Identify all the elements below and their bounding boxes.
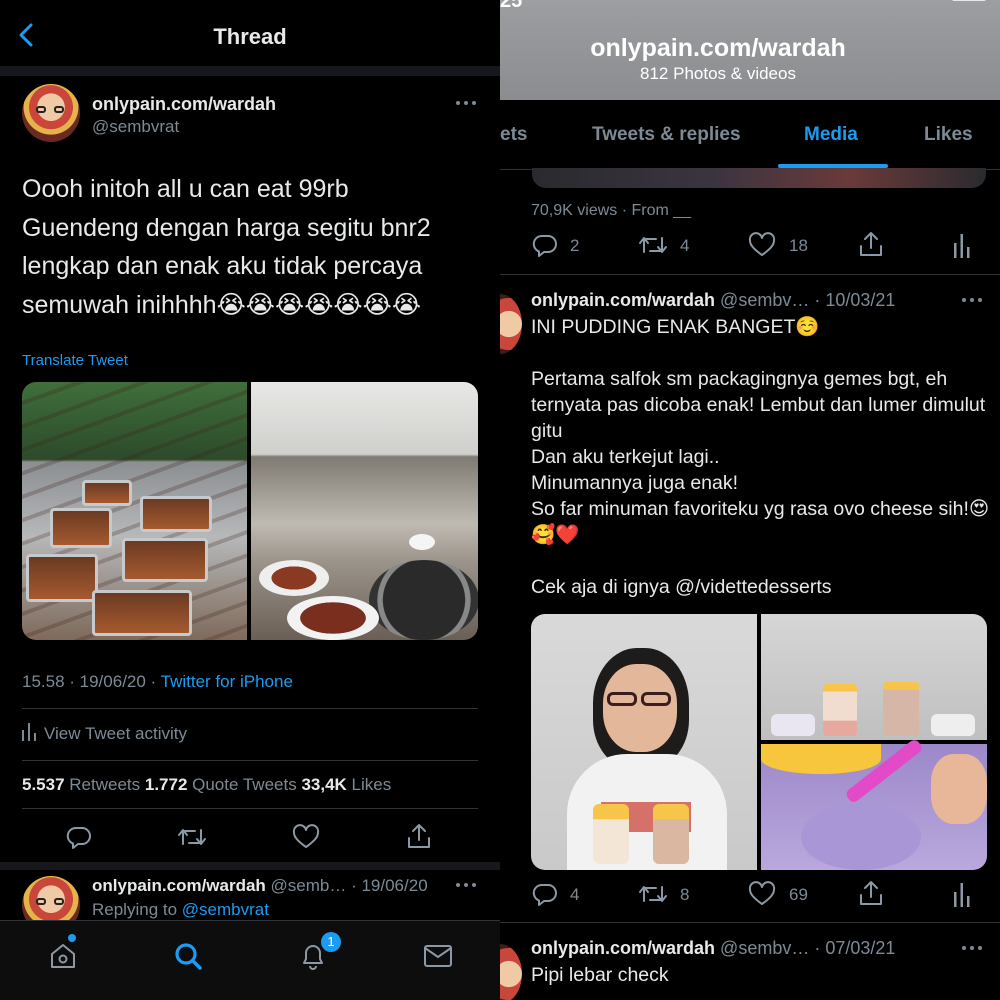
previous-tweet-media[interactable] [532,168,986,188]
avatar[interactable] [22,84,80,142]
like-icon[interactable] [748,232,776,258]
divider [22,808,478,809]
profile-media-panel: 25 onlypain.com/wardah 812 Photos & vide… [500,0,1000,1000]
like-icon[interactable] [748,881,776,907]
reply-count: 4 [570,885,580,904]
tab-tweets[interactable]: ets [500,124,527,146]
profile-title: onlypain.com/wardah [590,34,846,62]
likes-label[interactable]: Likes [347,775,392,794]
more-icon[interactable] [962,298,984,304]
analytics-icon [22,723,36,741]
search-icon[interactable] [173,941,203,971]
next-tweet-author-name[interactable]: onlypain.com/wardah [531,938,715,958]
messages-icon[interactable] [423,943,453,969]
author-handle[interactable]: @sembvrat [92,117,179,137]
retweet-icon[interactable] [638,881,668,907]
tweet-timestamp: 15.58 · 19/06/20 · Twitter for iPhone [22,672,293,692]
tweet-author-name[interactable]: onlypain.com/wardah [531,290,715,310]
reply-meta: @semb… · 19/06/20 [265,876,428,895]
page-title: Thread [213,24,287,49]
analytics-icon[interactable] [954,883,970,907]
home-icon[interactable] [48,941,78,971]
quote-tweets-count[interactable]: 1.772 [145,775,188,794]
divider [500,274,1000,275]
author-name[interactable]: onlypain.com/wardah [92,94,276,115]
media-photo-portrait[interactable] [531,614,757,870]
header-divider [0,66,500,76]
next-tweet-text: Pipi lebar check [531,964,669,986]
tweet-stats: 5.537 Retweets 1.772 Quote Tweets 33,4K … [22,775,391,795]
tweet-actions [0,820,500,854]
media-photo-drinks[interactable] [761,614,987,740]
avatar[interactable] [500,944,522,1000]
replying-to-handle[interactable]: @sembvrat [182,900,269,919]
notifications-badge: 1 [321,932,341,952]
video-views: 70,9K views · From __ [531,202,692,219]
thread-header: Thread [0,0,500,66]
tweet-actions: 4 8 69 [500,881,1000,911]
next-tweet-meta: @sembv… · 07/03/21 [715,938,896,958]
tweet-client[interactable]: Twitter for iPhone [161,672,293,691]
like-count: 69 [789,885,808,904]
section-divider [0,862,500,870]
tweet-text: Oooh initoh all u can eat 99rb Guendeng … [22,175,431,319]
view-tweet-activity[interactable]: View Tweet activity [22,723,187,744]
reply-icon[interactable] [532,232,558,258]
tab-media[interactable]: Media [804,124,858,146]
share-icon[interactable] [406,822,432,850]
thread-panel: Thread onlypain.com/wardah @sembvrat Ooo… [0,0,500,1000]
retweets-count[interactable]: 5.537 [22,775,65,794]
profile-media-count: 812 Photos & videos [640,64,796,83]
more-icon[interactable] [456,101,478,107]
tab-tweets-replies[interactable]: Tweets & replies [592,124,741,146]
translate-tweet-link[interactable]: Translate Tweet [22,352,128,369]
tweet-media[interactable] [531,614,987,870]
previous-tweet-actions: 2 4 18 [500,232,1000,262]
replying-to: Replying to @sembvrat [92,900,269,920]
divider [22,760,478,761]
view-tweet-activity-label: View Tweet activity [44,724,187,743]
reply-icon[interactable] [66,824,92,850]
tweet-time: 15.58 · 19/06/20 · [22,672,161,691]
tweet-media[interactable] [22,382,478,640]
retweet-icon[interactable] [177,824,207,850]
status-time: 25 [500,0,523,12]
share-icon[interactable] [858,879,884,907]
tweet-text: INI PUDDING ENAK BANGET☺️ Pertama salfok… [531,316,990,598]
like-icon[interactable] [292,824,320,850]
avatar[interactable] [500,294,522,354]
divider [22,708,478,709]
tweet-meta: @sembv… · 10/03/21 [715,290,896,310]
media-photo-buffet-trays[interactable] [22,382,247,640]
more-icon[interactable] [456,883,478,889]
reply-author-name[interactable]: onlypain.com/wardah [92,876,266,895]
profile-tabs: ets Tweets & replies Media Likes [500,100,1000,170]
home-unread-dot [68,934,76,942]
next-tweet-author-row[interactable]: onlypain.com/wardah @sembv… · 07/03/21 [531,938,895,959]
media-photo-pudding[interactable] [761,737,987,870]
replying-to-prefix: Replying to [92,900,182,919]
tweet-author-row[interactable]: onlypain.com/wardah @sembv… · 10/03/21 [531,290,895,311]
status-icons [952,0,986,1]
more-icon[interactable] [962,946,984,952]
retweet-icon[interactable] [638,232,668,258]
tab-likes[interactable]: Likes [924,124,973,146]
retweet-count: 8 [680,885,690,904]
quote-tweets-label[interactable]: Quote Tweets [187,775,301,794]
media-photo-restaurant[interactable] [251,382,478,640]
divider [500,922,1000,923]
reply-icon[interactable] [532,881,558,907]
share-icon[interactable] [858,230,884,258]
analytics-icon[interactable] [954,234,970,258]
retweet-count: 4 [680,236,690,255]
reply-count: 2 [570,236,580,255]
bottom-tab-bar [0,920,500,1000]
likes-count[interactable]: 33,4K [301,775,346,794]
retweets-label[interactable]: Retweets [65,775,145,794]
like-count: 18 [789,236,808,255]
profile-header: 25 onlypain.com/wardah 812 Photos & vide… [500,0,1000,100]
reply-author-row[interactable]: onlypain.com/wardah @semb… · 19/06/20 [92,876,428,896]
